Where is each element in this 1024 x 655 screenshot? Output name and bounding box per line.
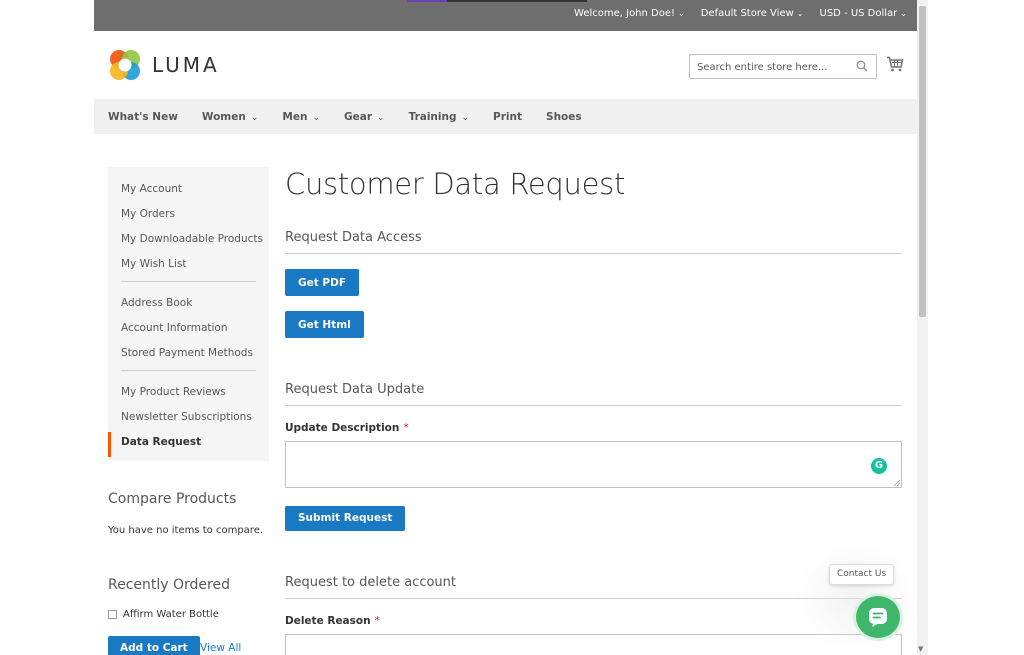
required-mark: *	[374, 615, 380, 627]
recently-ordered-title: Recently Ordered	[108, 577, 230, 593]
section-divider	[285, 253, 902, 254]
submit-request-button[interactable]: Submit Request	[285, 506, 406, 531]
logo[interactable]: LUMA	[108, 48, 220, 82]
get-pdf-button[interactable]: Get PDF	[285, 269, 359, 296]
contact-us-tooltip[interactable]: Contact Us	[829, 564, 895, 585]
update-section-title: Request Data Update	[285, 382, 425, 397]
account-sidebar: My Account My Orders My Downloadable Pro…	[108, 167, 269, 461]
grammarly-icon[interactable]: G	[871, 458, 887, 474]
view-all-link[interactable]: View All	[200, 642, 241, 654]
chevron-down-icon: ⌄	[250, 112, 259, 123]
chat-widget-backdrop	[794, 540, 917, 655]
logo-text: LUMA	[152, 53, 220, 77]
recent-item-label: Affirm Water Bottle	[123, 609, 219, 620]
nav-label: Women	[201, 110, 246, 123]
sidebar-item-my-account[interactable]: My Account	[108, 179, 269, 204]
luma-logo-icon	[110, 50, 140, 80]
compare-title: Compare Products	[108, 491, 237, 507]
required-mark: *	[403, 422, 409, 434]
update-description-label: Update Description *	[285, 422, 409, 434]
scroll-down-icon[interactable]: ▼	[918, 645, 923, 653]
chat-icon	[869, 608, 887, 627]
sidebar-divider	[121, 281, 256, 282]
page-title: Customer Data Request	[285, 167, 626, 201]
delete-reason-label: Delete Reason *	[285, 615, 380, 627]
sidebar-item-address-book[interactable]: Address Book	[108, 293, 269, 318]
compare-empty-text: You have no items to compare.	[108, 525, 264, 536]
sidebar-item-newsletter[interactable]: Newsletter Subscriptions	[108, 407, 269, 432]
scrollbar-thumb[interactable]	[919, 6, 926, 317]
chat-button[interactable]	[853, 593, 903, 641]
sidebar-item-data-request[interactable]: Data Request	[108, 432, 269, 457]
sidebar-item-downloadable-products[interactable]: My Downloadable Products	[108, 229, 269, 254]
recent-item: Affirm Water Bottle	[108, 609, 219, 620]
update-description-field[interactable]: G	[285, 441, 902, 488]
page: Welcome, John Doe! ⌄ Default Store View ⌄ …	[94, 0, 917, 655]
section-divider	[285, 405, 902, 406]
nav-item-whats-new[interactable]: What's New	[108, 111, 178, 123]
sidebar-item-payment-methods[interactable]: Stored Payment Methods	[108, 343, 269, 368]
sidebar-item-account-information[interactable]: Account Information	[108, 318, 269, 343]
update-label-text: Update Description	[285, 422, 400, 434]
add-to-cart-button[interactable]: Add to Cart	[108, 636, 200, 655]
recent-item-checkbox[interactable]	[108, 610, 117, 619]
delete-section-title: Request to delete account	[285, 575, 456, 590]
resize-handle-icon[interactable]	[894, 480, 900, 486]
vertical-scrollbar[interactable]: ▼	[917, 0, 928, 655]
nav-item-women[interactable]: Women ⌄	[202, 111, 259, 123]
sidebar-item-wish-list[interactable]: My Wish List	[108, 254, 269, 279]
delete-label-text: Delete Reason	[285, 615, 371, 627]
sidebar-item-product-reviews[interactable]: My Product Reviews	[108, 382, 269, 407]
access-section-title: Request Data Access	[285, 230, 422, 245]
get-html-button[interactable]: Get Html	[285, 311, 364, 338]
nav-label: What's New	[108, 110, 178, 123]
sidebar-item-my-orders[interactable]: My Orders	[108, 204, 269, 229]
sidebar-divider	[121, 370, 256, 371]
